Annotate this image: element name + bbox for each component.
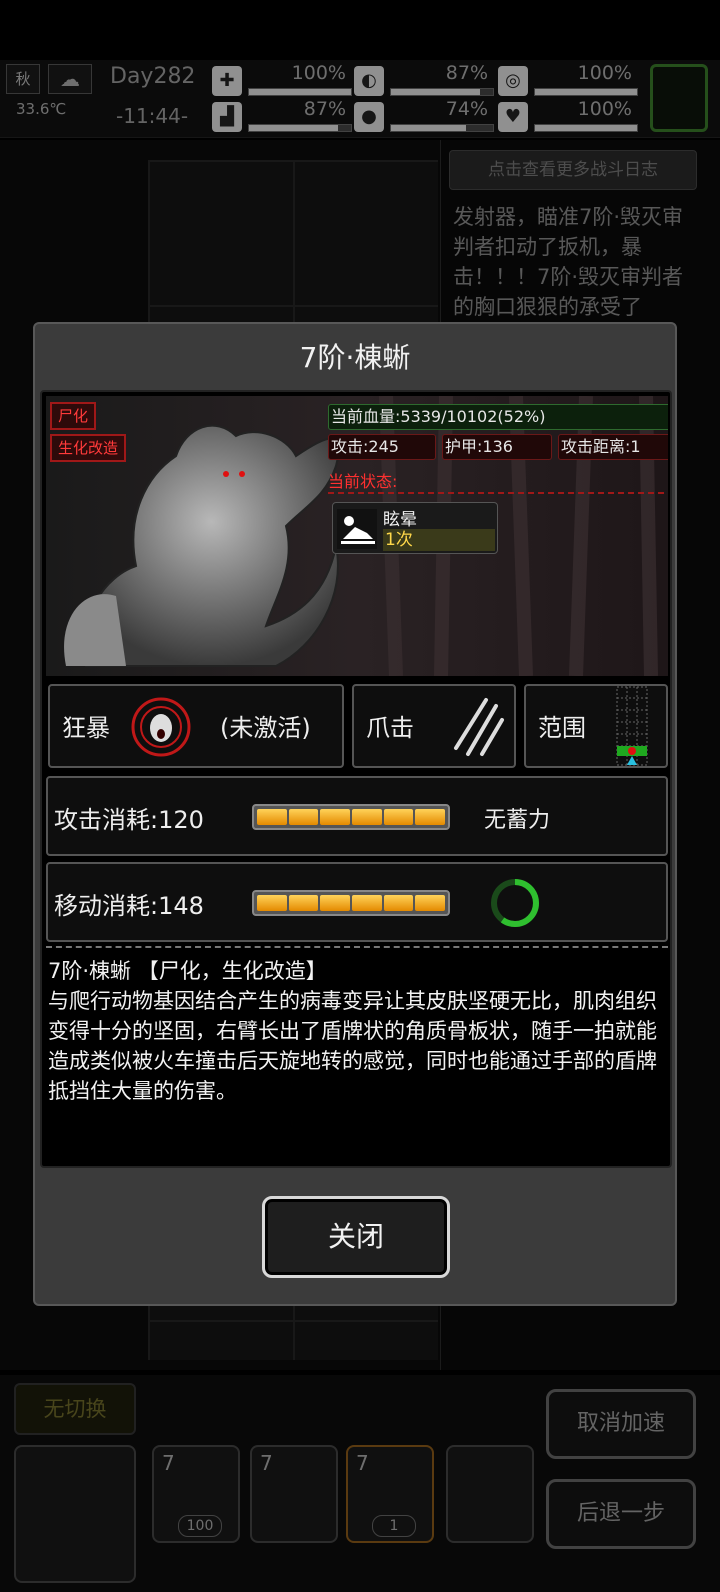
skill-claw[interactable]: 爪击 xyxy=(352,684,516,768)
attack-cost-bar xyxy=(252,804,450,830)
range-grid-icon xyxy=(616,686,648,766)
tag-biochem-modified: 生化改造 xyxy=(50,434,127,462)
monster-name-title: 7阶·棟蜥 xyxy=(299,341,411,374)
monster-portrait: 尸化 生化改造 当前血量:5339/10102(52%) 攻击:245 护甲:1… xyxy=(46,396,668,676)
berserk-face-icon xyxy=(131,697,191,757)
move-cost-row: 移动消耗:148 xyxy=(46,862,668,942)
monster-info-dialog: 7阶·棟蜥 尸化 生化改造 当前血量:5339/10102(52%) 攻击:24… xyxy=(33,322,677,1306)
skill-berserk[interactable]: 狂暴 (未激活) xyxy=(48,684,344,768)
monster-description: 7阶·棟蜥 【尸化，生化改造】 与爬行动物基因结合产生的病毒变异让其皮肤坚硬无比… xyxy=(48,959,657,1103)
status-count: 1次 xyxy=(383,529,495,551)
state-divider xyxy=(328,492,668,494)
current-hp: 当前血量:5339/10102(52%) xyxy=(328,404,668,430)
skill-range[interactable]: 范围 xyxy=(524,684,668,768)
armor-stat: 护甲:136 xyxy=(442,434,552,460)
berserk-state: (未激活) xyxy=(220,714,311,742)
charge-note: 无蓄力 xyxy=(484,808,551,833)
attack-stat: 攻击:245 xyxy=(328,434,436,460)
move-cost-bar xyxy=(252,890,450,916)
description-divider xyxy=(46,946,668,948)
attack-cost-row: 攻击消耗:120 无蓄力 xyxy=(46,776,668,856)
current-state-label: 当前状态: xyxy=(328,472,398,491)
status-name: 眩晕 xyxy=(383,510,417,530)
close-button[interactable]: 关闭 xyxy=(262,1196,450,1278)
tag-zombified: 尸化 xyxy=(50,402,97,430)
move-progress-ring xyxy=(491,879,539,927)
monster-info-panel: 尸化 生化改造 当前血量:5339/10102(52%) 攻击:245 护甲:1… xyxy=(40,390,672,1168)
status-effect-stun: 眩晕 1次 xyxy=(332,502,498,554)
stunned-person-icon xyxy=(337,509,377,549)
claw-icon xyxy=(454,698,504,756)
attack-range-stat: 攻击距离:1 xyxy=(558,434,668,460)
